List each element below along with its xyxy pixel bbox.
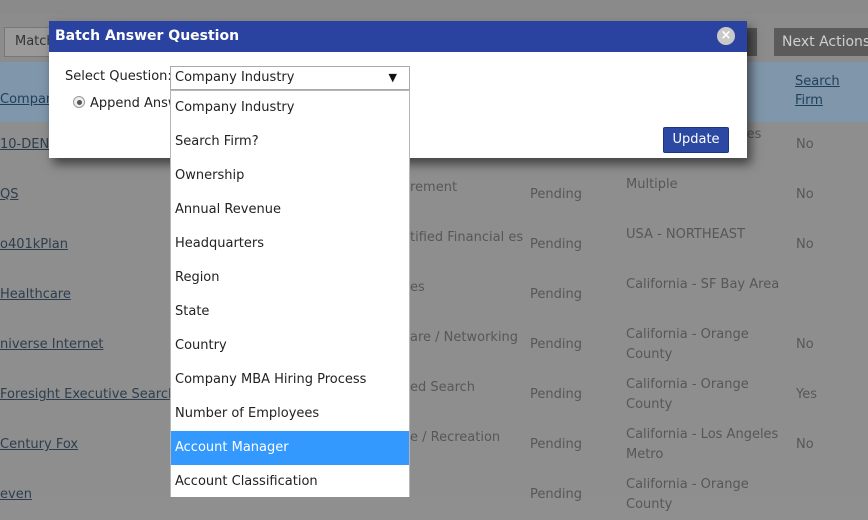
next-actions-button[interactable]: Next Actions — [774, 28, 868, 56]
dropdown-option[interactable]: Account Classification — [171, 465, 409, 497]
search-firm-cell: No — [796, 337, 814, 352]
industry-cell: ed Search — [410, 380, 476, 395]
search-firm-cell: No — [796, 137, 814, 152]
dropdown-option[interactable]: Search Firm? — [171, 125, 409, 159]
top-bar — [0, 0, 868, 14]
status-cell: Pending — [530, 437, 582, 452]
dropdown-option[interactable]: Headquarters — [171, 227, 409, 261]
industry-cell: es — [410, 280, 425, 295]
company-name-link[interactable]: o401kPlan — [0, 220, 68, 270]
dropdown-option[interactable]: Annual Revenue — [171, 193, 409, 227]
company-name-link[interactable]: even — [0, 470, 32, 520]
search-firm-cell: Yes — [796, 387, 817, 402]
search-firm-cell: No — [796, 237, 814, 252]
append-answer-label: Append Answ — [90, 96, 179, 111]
industry-cell: e / Recreation — [410, 430, 501, 445]
column-header-search-firm-line2: Firm — [795, 93, 823, 108]
status-cell: Pending — [530, 187, 582, 202]
search-firm-cell: No — [796, 187, 814, 202]
location-cell: California - Orange County — [626, 327, 749, 362]
location-cell: Multiple — [626, 177, 678, 192]
industry-cell: are / Networking — [410, 330, 519, 345]
location-cell: California - Orange County — [626, 477, 749, 512]
status-cell: Pending — [530, 237, 582, 252]
update-button[interactable]: Update — [663, 127, 729, 153]
industry-cell: tified Financial es — [410, 230, 524, 245]
table-row: niverse Internet are / Networking Pending C… — [0, 320, 868, 370]
table-row: Healthcare es Pending California - SF Bay A… — [0, 270, 868, 320]
column-header-search-firm[interactable]: Search Firm — [795, 72, 840, 110]
question-select[interactable]: Company Industry ▼ — [170, 66, 410, 90]
question-select-value: Company Industry — [175, 70, 295, 85]
table-row: o401kPlan tified Financial es Pending USA -… — [0, 220, 868, 270]
status-cell: Pending — [530, 287, 582, 302]
status-cell: Pending — [530, 387, 582, 402]
status-cell: Pending — [530, 337, 582, 352]
location-cell: California - Orange County — [626, 377, 749, 412]
dropdown-option[interactable]: Ownership — [171, 159, 409, 193]
chevron-down-icon: ▼ — [388, 71, 397, 84]
dropdown-option[interactable]: Company MBA Hiring Process — [171, 363, 409, 397]
table-row: Foresight Executive Search ed Search Pendi… — [0, 370, 868, 420]
table-row: QS rement Pending Multiple No — [0, 170, 868, 220]
company-name-link[interactable]: QS — [0, 170, 18, 220]
table-row: Century Fox e / Recreation Pending Californ… — [0, 420, 868, 470]
location-cell: California - Los Angeles Metro — [626, 427, 779, 462]
status-cell: Pending — [530, 487, 582, 502]
dropdown-option[interactable]: Number of Employees — [171, 397, 409, 431]
column-header-search-firm-line1: Search — [795, 74, 840, 89]
dropdown-option[interactable]: Company Industry — [171, 91, 409, 125]
append-answer-radio[interactable] — [73, 96, 85, 108]
modal-title: Batch Answer Question — [55, 28, 240, 44]
dropdown-option[interactable]: Region — [171, 261, 409, 295]
table-row: even Pending California - Orange County — [0, 470, 868, 520]
company-name-link[interactable]: Century Fox — [0, 420, 78, 470]
select-question-label: Select Question: — [65, 69, 172, 84]
search-firm-cell: No — [796, 437, 814, 452]
location-cell: California - SF Bay Area — [626, 277, 780, 292]
modal-header: Batch Answer Question × — [49, 21, 747, 52]
industry-cell: rement — [410, 180, 458, 195]
question-dropdown-list: Company Industry Search Firm? Ownership Ann… — [170, 90, 410, 497]
dropdown-option[interactable]: State — [171, 295, 409, 329]
company-name-link[interactable]: niverse Internet — [0, 320, 103, 370]
dropdown-option[interactable]: Country — [171, 329, 409, 363]
company-name-link[interactable]: Foresight Executive Search — [0, 370, 176, 420]
dropdown-option[interactable]: Account Manager — [171, 431, 409, 465]
close-icon[interactable]: × — [717, 27, 735, 45]
company-name-link[interactable]: Healthcare — [0, 270, 71, 320]
location-cell: USA - NORTHEAST — [626, 227, 745, 242]
